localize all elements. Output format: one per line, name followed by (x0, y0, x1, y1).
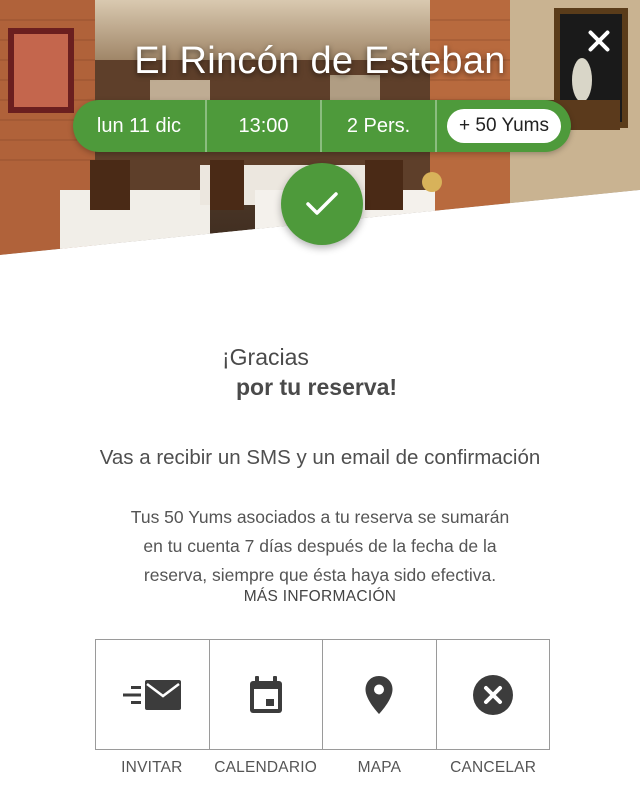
restaurant-header-photo: El Rincón de Esteban lun 11 dic 13:00 2 … (0, 0, 640, 260)
action-buttons (95, 639, 550, 750)
booking-people: 2 Pers. (322, 100, 437, 152)
confirmation-badge (281, 163, 363, 245)
booking-time: 13:00 (207, 100, 322, 152)
yums-info-line-2: en tu cuenta 7 días después de la fecha … (143, 536, 497, 556)
invite-label: INVITAR (121, 759, 183, 776)
thanks-line-2: por tu reserva! (236, 374, 398, 400)
map-label: MAPA (357, 759, 402, 776)
cancel-circle-icon (472, 674, 513, 715)
calendar-label: CALENDARIO (214, 759, 318, 776)
calendar-icon (249, 675, 282, 713)
booking-summary-bar: lun 11 dic 13:00 2 Pers. + 50 Yums (73, 100, 571, 152)
yums-info-text: Tus 50 Yums asociados a tu reserva se su… (90, 503, 550, 590)
restaurant-name: El Rincón de Esteban (134, 40, 506, 82)
cancel-label: CANCELAR (450, 759, 537, 776)
close-icon[interactable] (584, 26, 614, 56)
action-labels: INVITAR CALENDARIO MAPA CANCELAR (95, 759, 550, 777)
map-pin-icon (365, 675, 393, 714)
more-info-link[interactable]: MÁS INFORMACIÓN (0, 588, 640, 606)
thanks-heading: ¡Gracias por tu reserva! (222, 342, 397, 402)
send-mail-icon (123, 679, 182, 710)
sms-email-notice: Vas a recibir un SMS y un email de confi… (99, 446, 541, 469)
yums-info-line-1: Tus 50 Yums asociados a tu reserva se su… (130, 507, 510, 527)
check-icon (306, 192, 338, 215)
yums-info-line-3: reserva, siempre que ésta haya sido efec… (143, 565, 497, 585)
cancel-button[interactable] (437, 640, 550, 749)
yums-badge: + 50 Yums (447, 109, 561, 143)
invite-button[interactable] (96, 640, 210, 749)
thanks-line-1: ¡Gracias (222, 344, 309, 370)
map-button[interactable] (323, 640, 437, 749)
booking-yums: + 50 Yums (437, 100, 571, 152)
calendar-button[interactable] (210, 640, 323, 749)
booking-date: lun 11 dic (73, 100, 207, 152)
